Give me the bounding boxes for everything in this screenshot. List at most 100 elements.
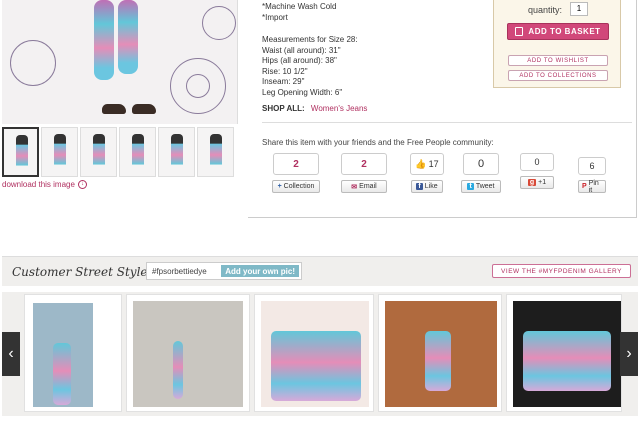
collection-button[interactable]: + Collection — [272, 180, 320, 193]
pin-count: 6 — [578, 157, 606, 175]
tweet-label: Tweet — [475, 183, 495, 190]
download-image-link[interactable]: download this image ↓ — [2, 180, 87, 189]
thumbnail-figure — [132, 134, 144, 172]
hashtag-box: #fpsorbettiedye Add your own pic! — [146, 262, 302, 280]
add-to-basket-label: ADD TO BASKET — [528, 27, 601, 36]
share-prompt: Share this item with your friends and th… — [262, 138, 494, 147]
add-to-wishlist-button[interactable]: ADD TO WISHLIST — [508, 55, 608, 66]
product-details-panel: *Machine Wash Cold *Import Measurements … — [248, 0, 637, 218]
like-count: 17 — [428, 159, 439, 169]
measurement-line: Rise: 10 1/2" — [262, 66, 308, 76]
quantity-label: quantity: — [528, 5, 563, 15]
thumbs-up-icon: 👍 — [415, 158, 427, 169]
street-photo — [33, 303, 93, 407]
street-photo — [513, 301, 621, 407]
street-photo-card[interactable] — [254, 294, 374, 412]
jeans-detail — [271, 331, 361, 401]
street-style-header: Customer Street Style #fpsorbettiedye Ad… — [2, 256, 638, 286]
plusone-button[interactable]: g +1 — [520, 176, 554, 189]
shop-all: SHOP ALL: Women's Jeans — [262, 104, 367, 113]
thumbnail-figure — [54, 134, 66, 172]
twitter-icon: t — [467, 183, 474, 190]
street-photo — [133, 301, 243, 407]
measurements: Measurements for Size 28: Waist (all aro… — [262, 35, 358, 98]
download-arrow-icon: ↓ — [77, 180, 87, 189]
jeans-detail — [173, 341, 183, 399]
add-to-collections-button[interactable]: ADD TO COLLECTIONS — [508, 70, 608, 81]
share-pinterest: 6 P Pin it — [578, 157, 606, 194]
flower-illustration — [10, 40, 56, 86]
street-style-title: Customer Street Style — [12, 265, 148, 279]
thumbnail[interactable] — [41, 127, 78, 177]
thumbnail[interactable] — [2, 127, 39, 177]
plus-icon: + — [277, 183, 282, 190]
email-count: 2 — [341, 153, 387, 175]
thumbnail[interactable] — [80, 127, 117, 177]
quantity-input[interactable]: 1 — [570, 2, 588, 16]
hashtag: #fpsorbettiedye — [152, 266, 207, 276]
add-to-basket-button[interactable]: ADD TO BASKET — [507, 23, 609, 40]
thumbnail[interactable] — [119, 127, 156, 177]
divider — [262, 122, 632, 123]
like-label: Like — [424, 183, 438, 190]
measurement-line: Measurements for Size 28: — [262, 35, 358, 44]
thumbnail-figure — [210, 134, 222, 172]
shop-all-link[interactable]: Women's Jeans — [311, 104, 368, 113]
street-photo-card[interactable] — [126, 294, 250, 412]
jeans-detail — [523, 331, 611, 391]
thumbnail-figure — [93, 134, 105, 172]
measurement-line: Leg Opening Width: 6" — [262, 87, 343, 97]
shopping-bag-icon — [515, 27, 524, 36]
pin-label: Pin it — [588, 179, 599, 194]
plusone-label: +1 — [538, 179, 547, 186]
left-shoe — [102, 104, 126, 114]
share-googleplus: 0 g +1 — [520, 153, 554, 189]
street-style-carousel: ‹ › — [2, 292, 638, 416]
care-line: *Import — [262, 12, 288, 22]
thumbnail[interactable] — [158, 127, 195, 177]
tweet-count: 0 — [463, 153, 499, 175]
street-photo-card[interactable] — [506, 294, 622, 412]
add-your-pic-button[interactable]: Add your own pic! — [221, 265, 299, 277]
right-shoe — [132, 104, 156, 114]
main-product-image[interactable] — [2, 0, 238, 124]
share-collection: 2 + Collection — [272, 153, 320, 193]
thumbnail-figure — [171, 134, 183, 172]
shop-all-label: SHOP ALL: — [262, 104, 305, 113]
measurement-line: Waist (all around): 31" — [262, 45, 341, 55]
share-email: 2 ✉ Email — [341, 153, 387, 193]
mail-icon: ✉ — [351, 183, 358, 191]
jeans-right-leg — [118, 0, 138, 74]
share-facebook: 👍 17 f Like — [410, 153, 444, 193]
street-photo — [261, 301, 369, 407]
pin-it-button[interactable]: P Pin it — [578, 179, 606, 194]
street-photo — [385, 301, 497, 407]
facebook-like-button[interactable]: f Like — [411, 180, 443, 193]
jeans-left-leg — [94, 0, 114, 80]
care-line: *Machine Wash Cold — [262, 2, 337, 11]
email-label: Email — [359, 183, 377, 190]
thumbnail[interactable] — [197, 127, 234, 177]
street-photo-card[interactable] — [378, 294, 502, 412]
tweet-button[interactable]: t Tweet — [461, 180, 501, 193]
street-photo-card[interactable] — [24, 294, 122, 412]
plusone-count: 0 — [520, 153, 554, 171]
share-twitter: 0 t Tweet — [461, 153, 501, 193]
carousel-prev-button[interactable]: ‹ — [2, 332, 20, 376]
collection-count: 2 — [273, 153, 319, 175]
measurement-line: Inseam: 29" — [262, 77, 305, 86]
collection-label: Collection — [283, 183, 315, 190]
download-label: download this image — [2, 180, 75, 189]
googleplus-icon: g — [527, 179, 537, 186]
carousel-next-button[interactable]: › — [620, 332, 638, 376]
thumbnail-figure — [16, 135, 28, 173]
email-button[interactable]: ✉ Email — [341, 180, 387, 193]
flower-illustration — [186, 74, 210, 98]
facebook-icon: f — [416, 183, 423, 190]
pinterest-icon: P — [582, 183, 587, 190]
measurement-line: Hips (all around): 38" — [262, 56, 337, 65]
thumbnail-strip — [2, 127, 238, 177]
jeans-detail — [53, 343, 71, 405]
view-gallery-button[interactable]: VIEW THE #MYFPDENIM GALLERY — [492, 264, 631, 278]
like-count-box: 👍 17 — [410, 153, 444, 175]
